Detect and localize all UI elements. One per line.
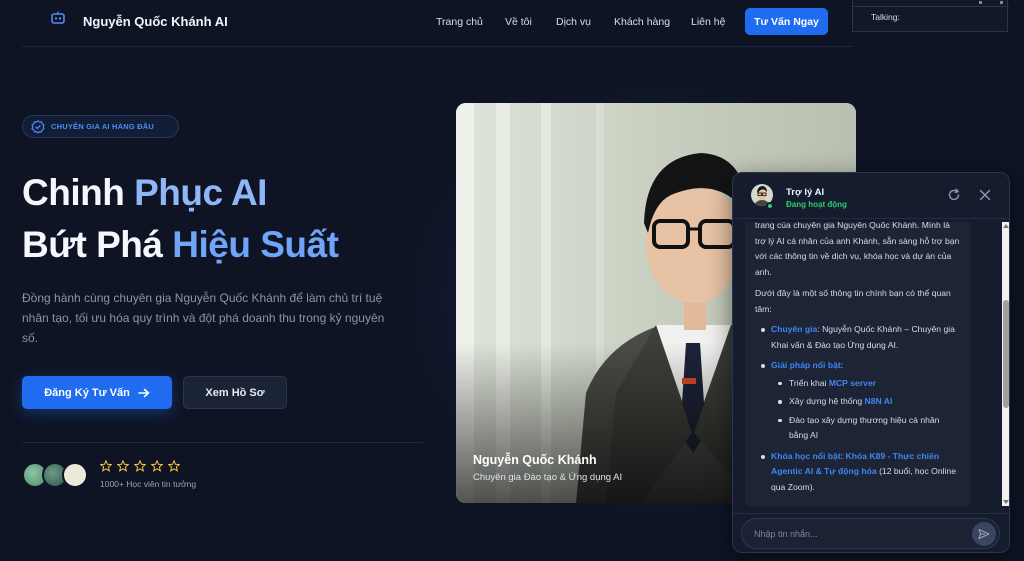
avatar (62, 462, 88, 488)
view-profile-button[interactable]: Xem Hồ Sơ (183, 376, 287, 409)
star-icon (117, 460, 129, 472)
photo-name: Nguyễn Quốc Khánh (473, 453, 597, 467)
nav-link-about[interactable]: Về tôi (505, 16, 532, 28)
headline-line1-highlight: Phục AI (134, 172, 267, 213)
talking-widget-bar (853, 0, 1009, 7)
list-item: Xây dựng hệ thống N8N AI (771, 394, 960, 410)
hero-divider (22, 442, 423, 443)
ai-chat-widget: Trợ lý AI Đang hoạt động trang của chuyê… (732, 172, 1010, 553)
nav-link-home[interactable]: Trang chủ (436, 16, 483, 28)
rating-stars (100, 460, 180, 472)
star-icon (134, 460, 146, 472)
brand-name[interactable]: Nguyễn Quốc Khánh AI (83, 14, 228, 29)
register-consultation-button[interactable]: Đăng Ký Tư Vấn (22, 376, 172, 409)
register-consultation-label: Đăng Ký Tư Vấn (44, 386, 130, 399)
talking-widget: Talking: (852, 0, 1009, 32)
mcp-server-link[interactable]: MCP server (829, 378, 876, 388)
hero-description: Đồng hành cùng chuyên gia Nguyễn Quốc Kh… (22, 291, 385, 345)
social-proof-text: 1000+ Học viên tin tưởng (100, 479, 197, 489)
solutions-colon: : (840, 360, 844, 370)
photo-role: Chuyên gia Đào tạo & Ứng dụng AI (473, 472, 623, 483)
list-item: Triển khai MCP server (771, 376, 960, 392)
expert-badge: CHUYÊN GIA AI HÀNG ĐẦU (22, 115, 179, 138)
star-icon (151, 460, 163, 472)
solutions-link[interactable]: Giải pháp nổi bật (771, 360, 841, 370)
headline-line1-white: Chinh (22, 172, 135, 213)
nav-link-clients[interactable]: Khách hàng (614, 16, 670, 28)
star-icon (100, 460, 112, 472)
talking-dot-icon (1000, 1, 1003, 4)
n8n-ai-link[interactable]: N8N AI (865, 396, 893, 406)
solutions-sublist: Triển khai MCP server Xây dựng hệ thống … (771, 376, 960, 444)
scroll-thumb[interactable] (1003, 300, 1009, 408)
chat-message-area[interactable]: trang của chuyên gia Nguyễn Quốc Khánh. … (745, 222, 970, 506)
scroll-down-icon[interactable] (1003, 500, 1009, 504)
sub-text: Xây dựng hệ thống (789, 396, 865, 406)
assistant-message-lead: Dưới đây là một số thông tin chính bạn c… (755, 288, 951, 314)
list-item: Khóa học nổi bật: Khóa K89 - Thực chiến … (755, 449, 960, 496)
chat-status: Đang hoạt động (786, 200, 847, 209)
close-icon[interactable] (978, 188, 992, 202)
send-button[interactable] (972, 522, 996, 546)
courses-link[interactable]: Khóa học nổi bật (771, 451, 841, 461)
consult-now-button[interactable]: Tư Vấn Ngay (745, 8, 828, 35)
student-avatars (22, 462, 92, 488)
list-item: Chuyên gia: Nguyễn Quốc Khánh – Chuyên g… (755, 322, 960, 353)
list-item: Đào tạo xây dựng thương hiệu cá nhân bằn… (771, 413, 960, 444)
chat-title: Trợ lý AI (786, 187, 825, 198)
star-icon (168, 460, 180, 472)
info-list: Chuyên gia: Nguyễn Quốc Khánh – Chuyên g… (755, 322, 960, 495)
talking-label: Talking: (871, 12, 900, 22)
headline-line2-white: Bứt Phá (22, 224, 173, 265)
headline-line2-highlight: Hiệu Suất (172, 224, 339, 265)
assistant-message-intro: trang của chuyên gia Nguyễn Quốc Khánh. … (755, 222, 960, 277)
send-icon (978, 528, 990, 540)
message-input[interactable] (741, 518, 1000, 549)
chat-scrollbar[interactable] (1002, 222, 1009, 506)
talking-dot-icon (979, 1, 982, 4)
robot-icon[interactable] (50, 11, 66, 25)
arrow-right-icon (137, 388, 150, 397)
chat-header: Trợ lý AI Đang hoạt động (733, 173, 1009, 219)
photo-caption: Nguyễn Quốc Khánh Chuyên gia Đào tạo & Ứ… (473, 453, 622, 483)
refresh-icon[interactable] (947, 188, 961, 202)
nav-link-contact[interactable]: Liên hệ (691, 16, 725, 28)
hero-headline: Chinh Phục AI Bứt Phá Hiệu Suất (22, 167, 339, 271)
nav-divider (22, 46, 852, 47)
chat-input-bar (733, 513, 1009, 552)
expert-link[interactable]: Chuyên gia (771, 324, 817, 334)
list-item: Giải pháp nổi bật: Triển khai MCP server… (755, 358, 960, 444)
online-status-dot (766, 202, 774, 210)
sub-text: Triển khai (789, 377, 829, 388)
nav-link-services[interactable]: Dịch vụ (556, 16, 591, 28)
badge-text: CHUYÊN GIA AI HÀNG ĐẦU (51, 122, 155, 131)
sub-text: Đào tạo xây dựng thương hiệu cá nhân bằn… (789, 414, 940, 441)
verified-badge-icon (31, 119, 45, 134)
scroll-up-icon[interactable] (1003, 224, 1009, 228)
